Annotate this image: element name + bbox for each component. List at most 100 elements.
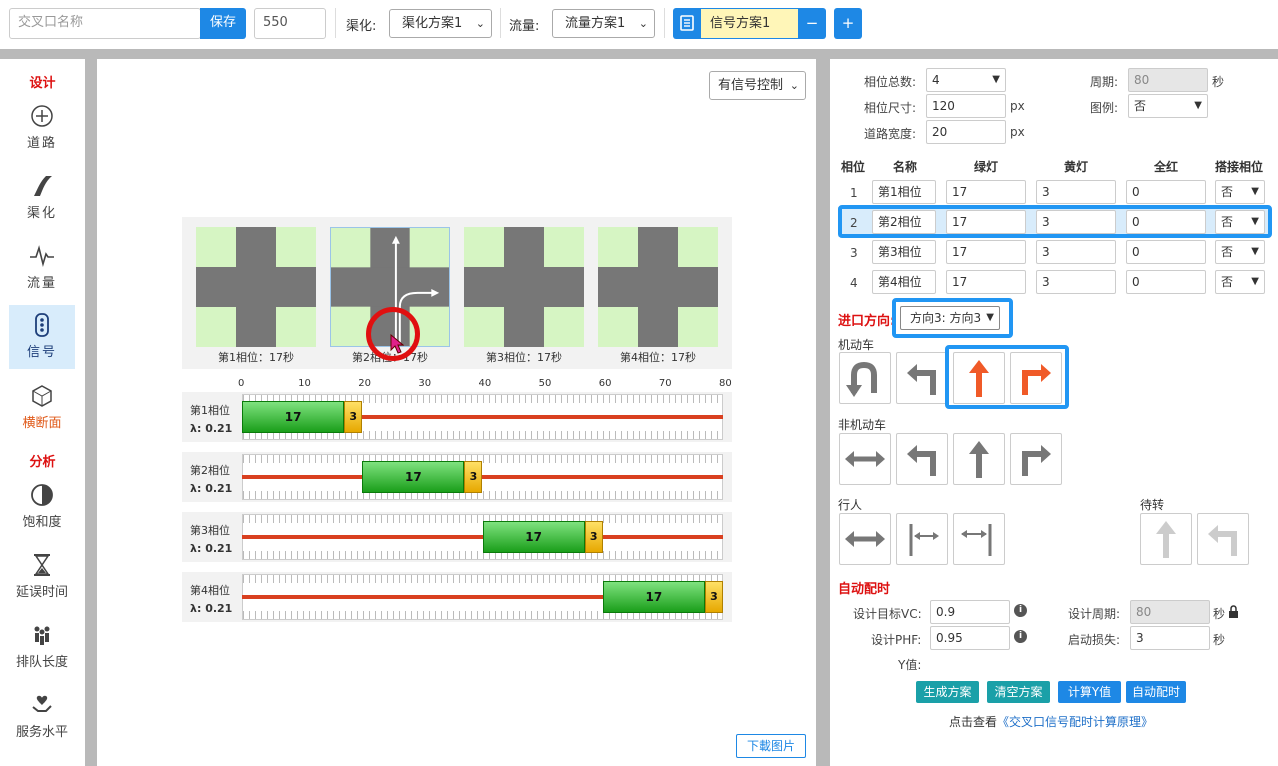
green-bar[interactable]: 17	[362, 461, 465, 493]
sidebar-item-queue[interactable]: 排队长度	[9, 615, 75, 679]
auto-timing-button[interactable]: 自动配时	[1126, 681, 1186, 703]
phase-name-input[interactable]: 第4相位	[872, 270, 936, 294]
all-red-input[interactable]: 0	[1126, 240, 1206, 264]
timeline-lane-1: 第1相位 λ: 0.21 17 3	[182, 392, 732, 442]
nm-left-turn-button[interactable]	[896, 433, 948, 485]
phase-caption: 第3相位：17秒	[486, 351, 562, 364]
col-header-overlap: 搭接相位	[1215, 160, 1264, 174]
cycle-unit: 秒	[1212, 75, 1225, 89]
phase-diagram-3[interactable]	[464, 227, 584, 347]
startup-loss-input[interactable]: 3	[1130, 626, 1210, 650]
legend-value: 否	[1134, 99, 1147, 113]
approach-highlight-box	[892, 298, 1013, 338]
phf-input[interactable]: 0.95	[930, 626, 1010, 650]
phase-size-input[interactable]: 120	[926, 94, 1006, 118]
sidebar-item-signal[interactable]: 信号	[9, 305, 75, 369]
left-turn-icon	[907, 364, 936, 395]
save-button[interactable]: 保存	[200, 8, 246, 39]
motor-highlight-box	[945, 345, 1069, 409]
yellow-time-input[interactable]: 3	[1036, 270, 1116, 294]
remove-plan-button[interactable]: −	[798, 8, 826, 39]
double-arrow-icon	[845, 451, 885, 467]
left-turn-arrow-button[interactable]	[896, 352, 948, 404]
road-width-input[interactable]: 20	[926, 120, 1006, 144]
design-cycle-unit: 秒	[1213, 607, 1226, 621]
overlap-value: 否	[1221, 275, 1234, 289]
overlap-select[interactable]: 否 ▼	[1215, 240, 1265, 264]
control-type-select[interactable]: 有信号控制 ⌄	[709, 71, 806, 100]
wait-left-turn-button[interactable]	[1197, 513, 1249, 565]
lane-name: 第1相位	[190, 404, 230, 417]
all-red-input[interactable]: 0	[1126, 270, 1206, 294]
flow-select[interactable]: 流量方案1 ⌄	[552, 9, 655, 38]
green-bar[interactable]: 17	[482, 521, 585, 553]
green-bar[interactable]: 17	[602, 581, 705, 613]
sidebar-item-channel[interactable]: 渠化	[9, 166, 75, 230]
signal-plan-tab[interactable]: 信号方案1	[701, 8, 798, 39]
clear-plan-button[interactable]: 清空方案	[987, 681, 1050, 703]
ped-crossing-button[interactable]	[839, 513, 891, 565]
nm-right-turn-button[interactable]	[1010, 433, 1062, 485]
sidebar-item-road[interactable]: 道路	[9, 96, 75, 160]
phase-name-input[interactable]: 第3相位	[872, 240, 936, 264]
left-divider	[85, 59, 97, 766]
all-red-input[interactable]: 0	[1126, 180, 1206, 204]
principle-link[interactable]: 《交叉口信号配时计算原理》	[997, 715, 1153, 729]
lane-lambda: λ: 0.21	[190, 542, 233, 555]
legend-select[interactable]: 否 ▼	[1128, 94, 1208, 118]
phase-diagram-4[interactable]	[598, 227, 718, 347]
lock-icon[interactable]	[1228, 605, 1239, 621]
yellow-time-input[interactable]: 3	[1036, 180, 1116, 204]
generate-plan-button[interactable]: 生成方案	[916, 681, 979, 703]
design-section-title: 设计	[29, 76, 56, 91]
add-plan-button[interactable]: +	[834, 8, 862, 39]
info-icon[interactable]: i	[1014, 604, 1027, 617]
sidebar-item-delay[interactable]: 延误时间	[9, 545, 75, 609]
sidebar-item-label: 服务水平	[15, 725, 68, 740]
sidebar-item-label: 道路	[26, 136, 57, 151]
ped-half-left-button[interactable]	[896, 513, 948, 565]
yellow-bar[interactable]: 3	[704, 581, 723, 613]
cursor-icon	[390, 333, 405, 357]
yellow-bar[interactable]: 3	[344, 401, 363, 433]
yellow-bar[interactable]: 3	[464, 461, 483, 493]
sidebar-item-flow[interactable]: 流量	[9, 236, 75, 300]
channel-select[interactable]: 渠化方案1 ⌄	[389, 9, 492, 38]
target-vc-label: 设计目标VC:	[853, 607, 922, 621]
calc-y-button[interactable]: 计算Y值	[1058, 681, 1121, 703]
intersection-name-input[interactable]: 交叉口名称	[9, 8, 201, 39]
footer-note: 点击查看《交叉口信号配时计算原理》	[949, 713, 1153, 730]
sidebar-item-label: 饱和度	[22, 515, 62, 530]
phase-total-select[interactable]: 4 ▼	[926, 68, 1006, 92]
size-input[interactable]: 550	[254, 8, 326, 39]
wait-straight-button[interactable]	[1140, 513, 1192, 565]
document-icon[interactable]	[673, 8, 701, 39]
chevron-down-icon: ⌄	[638, 17, 648, 30]
info-icon[interactable]: i	[1014, 630, 1027, 643]
sidebar-item-cross-section[interactable]: 横断面	[9, 376, 75, 440]
phase-caption: 第4相位：17秒	[620, 351, 696, 364]
phase-total-value: 4	[932, 73, 940, 87]
uturn-arrow-button[interactable]	[839, 352, 891, 404]
bidirectional-arrow-button[interactable]	[839, 433, 891, 485]
tick-label: 40	[478, 378, 492, 389]
green-time-input[interactable]: 17	[946, 180, 1026, 204]
row-highlight-box	[838, 205, 1272, 238]
phase-diagram-1[interactable]	[196, 227, 316, 347]
sidebar-item-saturation[interactable]: 饱和度	[9, 475, 75, 539]
sidebar-item-service[interactable]: 服务水平	[9, 685, 75, 749]
left-turn-icon	[907, 445, 936, 476]
green-time-input[interactable]: 17	[946, 240, 1026, 264]
download-image-button[interactable]: 下載图片	[736, 734, 806, 758]
overlap-select[interactable]: 否 ▼	[1215, 180, 1265, 204]
phase-name-input[interactable]: 第1相位	[872, 180, 936, 204]
target-vc-input[interactable]: 0.9	[930, 600, 1010, 624]
nm-straight-button[interactable]	[953, 433, 1005, 485]
green-time-input[interactable]: 17	[946, 270, 1026, 294]
yellow-bar[interactable]: 3	[584, 521, 603, 553]
yellow-time-input[interactable]: 3	[1036, 240, 1116, 264]
ped-half-right-button[interactable]	[953, 513, 1005, 565]
tick-label: 30	[418, 378, 432, 389]
overlap-select[interactable]: 否 ▼	[1215, 270, 1265, 294]
green-bar[interactable]: 17	[242, 401, 345, 433]
